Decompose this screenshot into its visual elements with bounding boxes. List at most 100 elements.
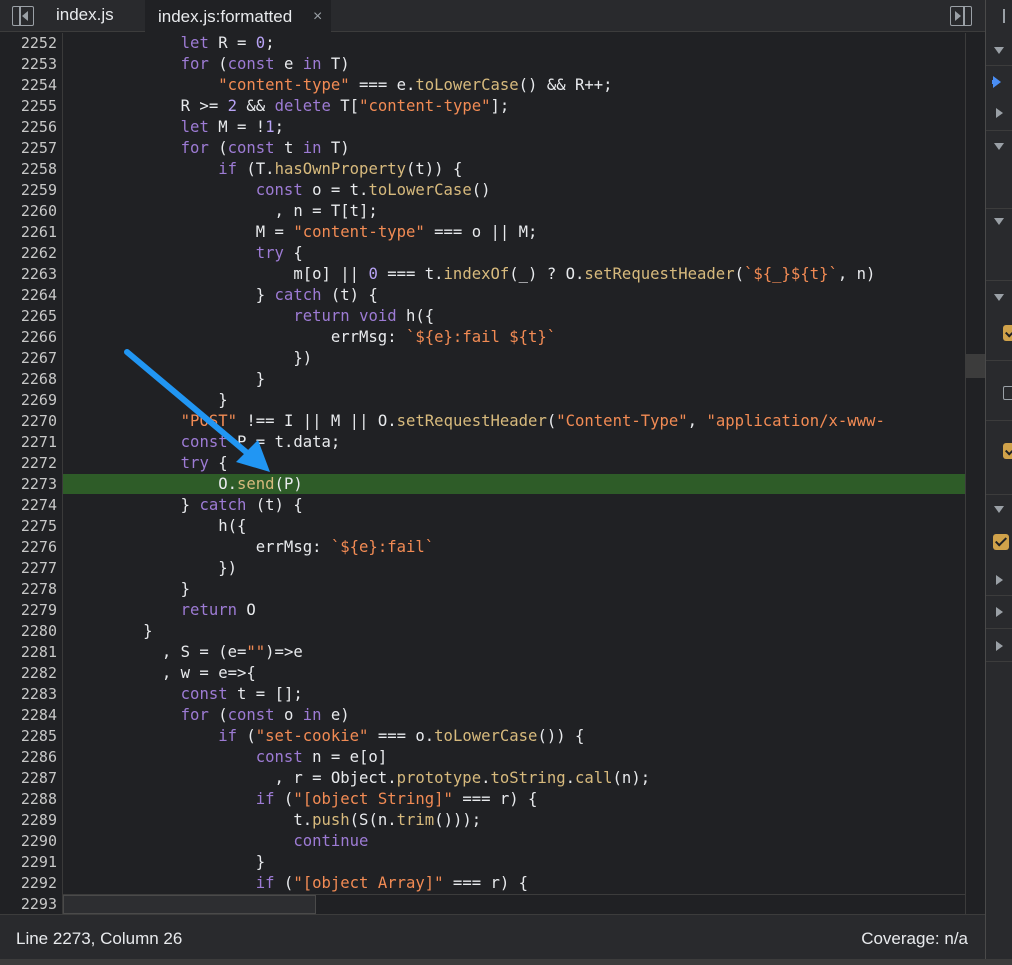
sidebar-section-row[interactable] xyxy=(986,209,1012,281)
code-line[interactable]: } xyxy=(68,579,190,600)
line-number[interactable]: 2272 xyxy=(0,453,57,474)
code-line[interactable]: if (T.hasOwnProperty(t)) { xyxy=(68,159,462,180)
tab-index-js-formatted[interactable]: index.js:formatted × xyxy=(145,0,331,32)
line-number[interactable]: 2285 xyxy=(0,726,57,747)
code-line[interactable]: for (const o in e) xyxy=(68,705,350,726)
code-line[interactable]: t.push(S(n.trim())); xyxy=(68,810,481,831)
line-number[interactable]: 2293 xyxy=(0,894,57,914)
code-line[interactable]: } xyxy=(68,369,265,390)
code-line[interactable]: for (const e in T) xyxy=(68,54,350,75)
code-line[interactable]: if ("[object Array]" === r) { xyxy=(68,873,528,894)
chevron-down-icon[interactable] xyxy=(994,47,1004,54)
code-line[interactable]: }) xyxy=(68,558,237,579)
line-number[interactable]: 2265 xyxy=(0,306,57,327)
horizontal-scroll-thumb[interactable] xyxy=(63,895,316,914)
code-line[interactable]: continue xyxy=(68,831,368,852)
code-line[interactable]: if ("[object String]" === r) { xyxy=(68,789,538,810)
vertical-scroll-thumb[interactable] xyxy=(966,354,985,378)
code-line[interactable]: , w = e=>{ xyxy=(68,663,256,684)
line-number[interactable]: 2282 xyxy=(0,663,57,684)
line-number[interactable]: 2286 xyxy=(0,747,57,768)
code-line[interactable]: errMsg: `${e}:fail` xyxy=(68,537,434,558)
code-line[interactable]: const P = t.data; xyxy=(68,432,341,453)
line-number[interactable]: 2264 xyxy=(0,285,57,306)
toggle-navigator-icon[interactable] xyxy=(12,6,34,26)
line-number[interactable]: 2275 xyxy=(0,516,57,537)
code-line[interactable]: const o = t.toLowerCase() xyxy=(68,180,491,201)
line-number[interactable]: 2266 xyxy=(0,327,57,348)
code-line[interactable]: try { xyxy=(68,243,303,264)
code-line[interactable]: } catch (t) { xyxy=(68,285,378,306)
line-number[interactable]: 2278 xyxy=(0,579,57,600)
code-line[interactable]: R >= 2 && delete T["content-type"]; xyxy=(68,96,510,117)
chevron-right-icon[interactable] xyxy=(996,575,1003,585)
line-number[interactable]: 2280 xyxy=(0,621,57,642)
line-number[interactable]: 2258 xyxy=(0,159,57,180)
line-number[interactable]: 2252 xyxy=(0,33,57,54)
line-number[interactable]: 2267 xyxy=(0,348,57,369)
line-number[interactable]: 2283 xyxy=(0,684,57,705)
code-line[interactable]: M = "content-type" === o || M; xyxy=(68,222,538,243)
code-line[interactable]: if ("set-cookie" === o.toLowerCase()) { xyxy=(68,726,584,747)
breakpoint-checkbox[interactable] xyxy=(1003,386,1012,400)
line-number[interactable]: 2276 xyxy=(0,537,57,558)
line-number[interactable]: 2259 xyxy=(0,180,57,201)
chevron-down-icon[interactable] xyxy=(994,506,1004,513)
chevron-right-icon[interactable] xyxy=(996,607,1003,617)
close-tab-icon[interactable]: × xyxy=(313,2,322,32)
line-number[interactable]: 2279 xyxy=(0,600,57,621)
line-number[interactable]: 2256 xyxy=(0,117,57,138)
line-number[interactable]: 2281 xyxy=(0,642,57,663)
line-number[interactable]: 2287 xyxy=(0,768,57,789)
line-number[interactable]: 2291 xyxy=(0,852,57,873)
line-number[interactable]: 2263 xyxy=(0,264,57,285)
code-line[interactable]: "content-type" === e.toLowerCase() && R+… xyxy=(68,75,612,96)
code-line[interactable]: return O xyxy=(68,600,256,621)
code-editor[interactable]: 2252 let R = 0; 2253 for (const e in T) 22… xyxy=(0,33,965,914)
breakpoint-checkbox[interactable] xyxy=(1003,325,1012,341)
code-line[interactable]: try { xyxy=(68,453,228,474)
toggle-debugger-icon[interactable] xyxy=(950,6,972,26)
code-line[interactable]: for (const t in T) xyxy=(68,138,350,159)
chevron-down-icon[interactable] xyxy=(994,294,1004,301)
code-line[interactable]: , r = Object.prototype.toString.call(n); xyxy=(68,768,651,789)
line-number[interactable]: 2255 xyxy=(0,96,57,117)
line-number[interactable]: 2284 xyxy=(0,705,57,726)
code-line[interactable]: , n = T[t]; xyxy=(68,201,378,222)
line-number[interactable]: 2271 xyxy=(0,432,57,453)
pause-on-exceptions-checkbox[interactable] xyxy=(993,534,1009,550)
coverage-status[interactable]: Coverage: n/a xyxy=(861,929,968,949)
vertical-scrollbar[interactable] xyxy=(965,33,985,914)
code-line[interactable]: const n = e[o] xyxy=(68,747,387,768)
code-line[interactable]: m[o] || 0 === t.indexOf(_) ? O.setReques… xyxy=(68,264,875,285)
line-number[interactable]: 2254 xyxy=(0,75,57,96)
line-number[interactable]: 2261 xyxy=(0,222,57,243)
line-number[interactable]: 2253 xyxy=(0,54,57,75)
code-line[interactable]: } catch (t) { xyxy=(68,495,303,516)
code-line[interactable]: let M = !1; xyxy=(68,117,284,138)
line-number[interactable]: 2273 xyxy=(0,474,57,495)
code-line[interactable]: } xyxy=(68,390,227,411)
line-number[interactable]: 2268 xyxy=(0,369,57,390)
line-number[interactable]: 2257 xyxy=(0,138,57,159)
code-line[interactable]: const t = []; xyxy=(68,684,303,705)
line-number[interactable]: 2277 xyxy=(0,558,57,579)
line-number[interactable]: 2269 xyxy=(0,390,57,411)
code-line[interactable]: h({ xyxy=(68,516,246,537)
chevron-right-icon[interactable] xyxy=(996,108,1003,118)
line-number[interactable]: 2270 xyxy=(0,411,57,432)
code-line[interactable]: return void h({ xyxy=(68,306,434,327)
line-number[interactable]: 2260 xyxy=(0,201,57,222)
line-number[interactable]: 2288 xyxy=(0,789,57,810)
chevron-right-icon[interactable] xyxy=(996,641,1003,651)
line-number[interactable]: 2274 xyxy=(0,495,57,516)
line-number[interactable]: 2289 xyxy=(0,810,57,831)
line-number[interactable]: 2290 xyxy=(0,831,57,852)
breakpoint-checkbox[interactable] xyxy=(1003,443,1012,459)
line-number[interactable]: 2292 xyxy=(0,873,57,894)
code-line-current[interactable]: O.send(P) xyxy=(68,474,303,495)
code-line[interactable]: }) xyxy=(68,348,312,369)
line-number[interactable]: 2262 xyxy=(0,243,57,264)
tab-index-js[interactable]: index.js xyxy=(56,0,114,32)
code-line[interactable]: } xyxy=(68,852,265,873)
